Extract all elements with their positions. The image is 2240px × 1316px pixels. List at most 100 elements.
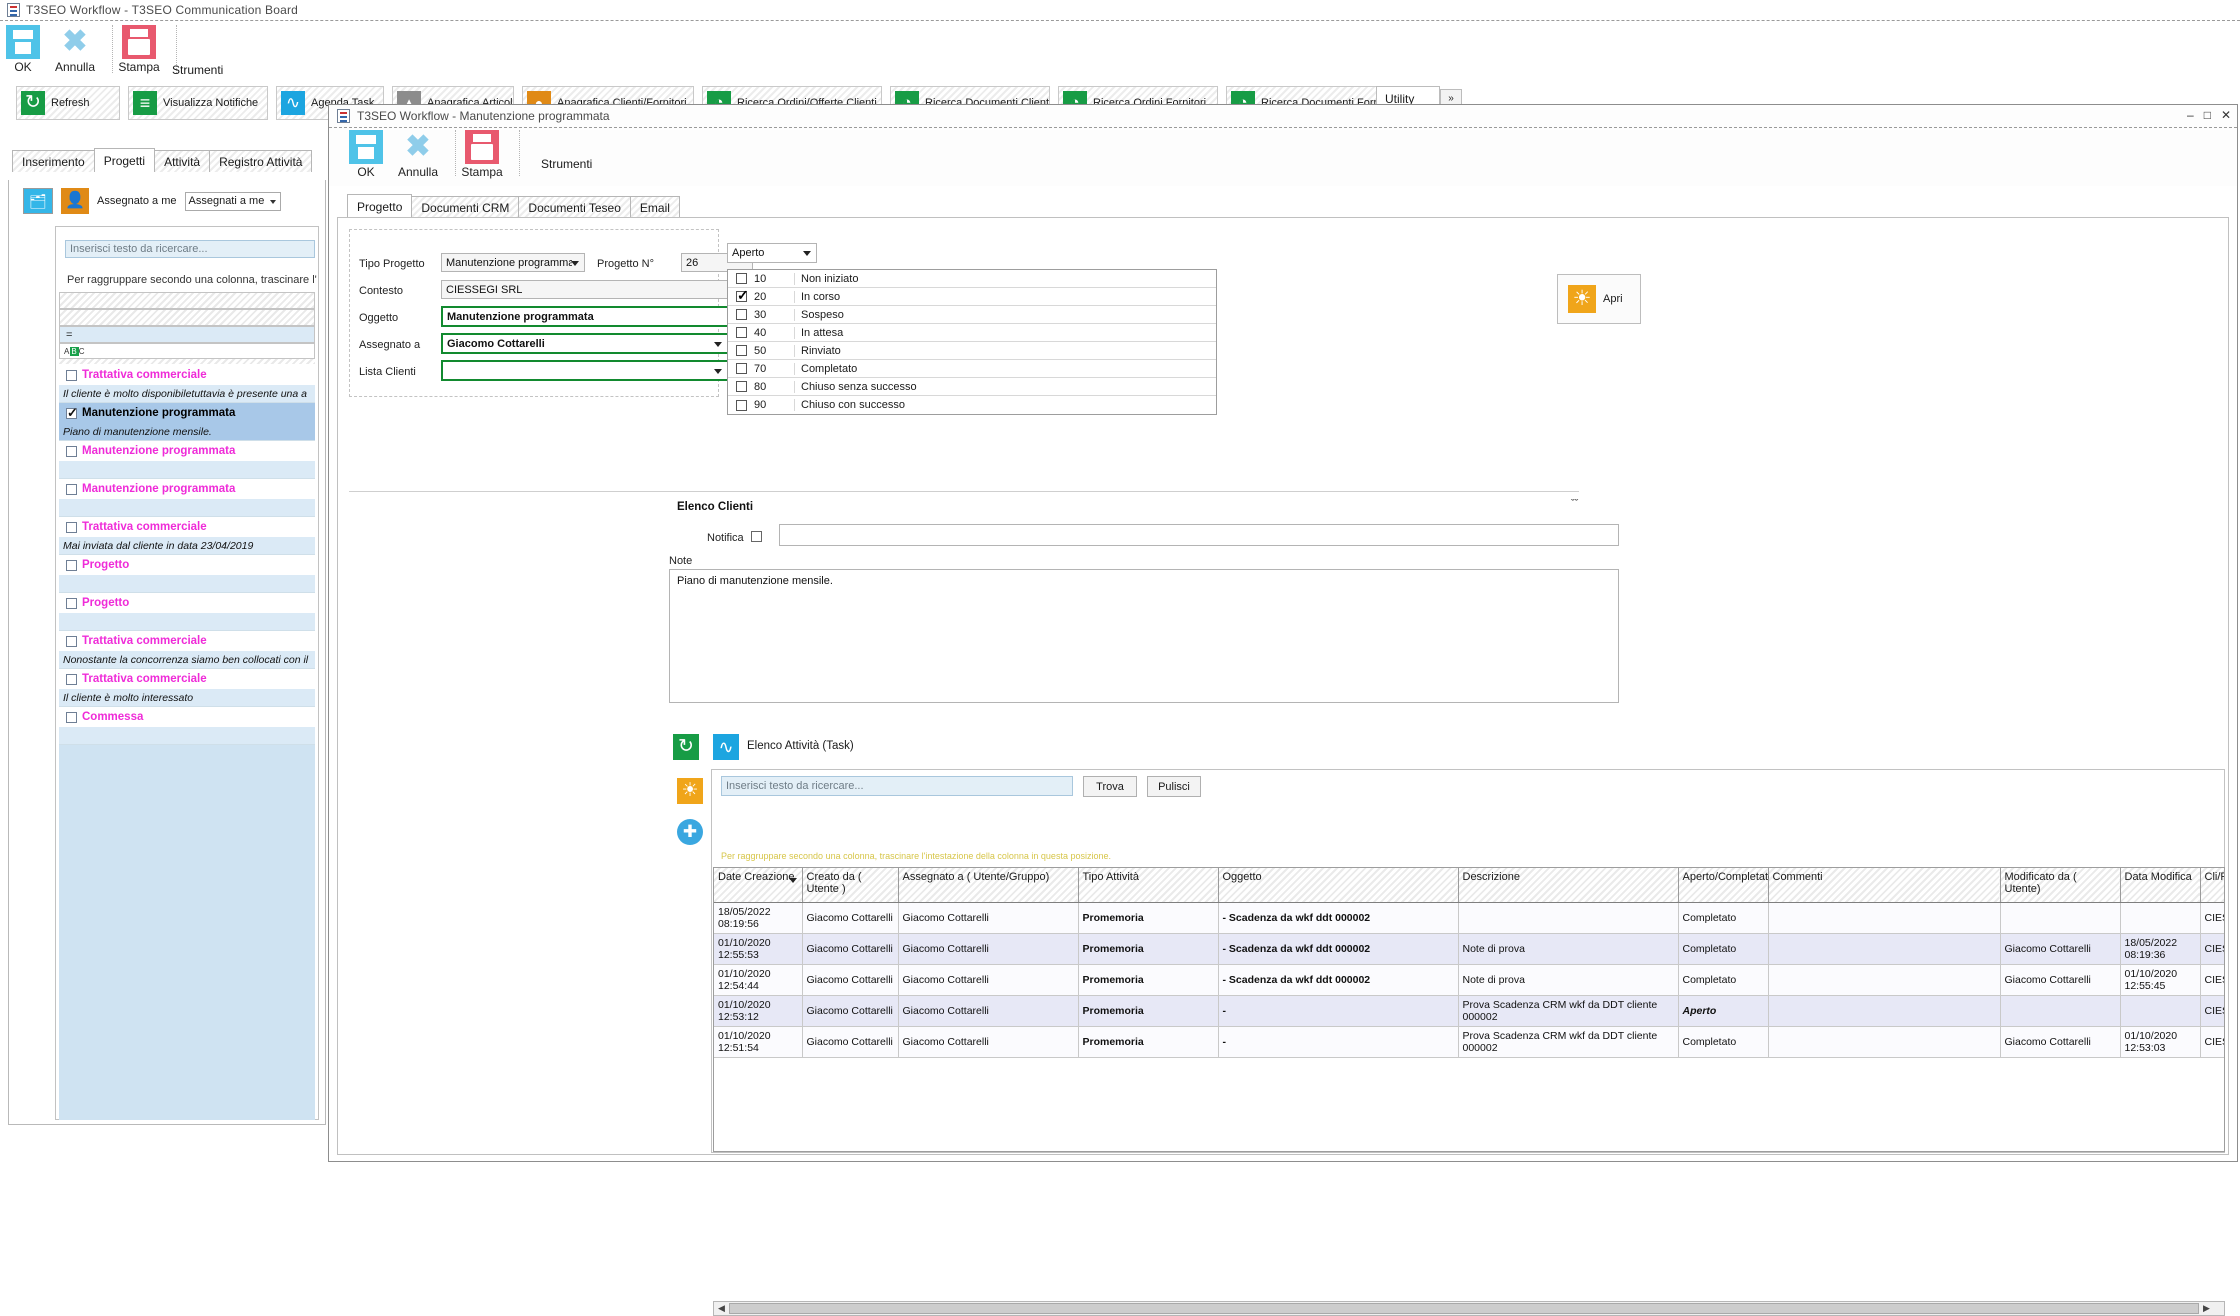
task-pulse-icon[interactable] bbox=[713, 734, 739, 760]
status-checkbox[interactable] bbox=[736, 363, 747, 374]
refresh-command[interactable]: Refresh bbox=[16, 86, 120, 120]
scroll-thumb[interactable] bbox=[729, 1303, 2199, 1314]
col-data-modifica[interactable]: Data Modifica bbox=[2120, 868, 2201, 903]
tab-registro-attivita[interactable]: Registro Attività bbox=[209, 150, 313, 172]
table-row[interactable]: 01/10/2020 12:55:53 Giacomo Cottarelli G… bbox=[714, 933, 2224, 965]
dialog-tab-email[interactable]: Email bbox=[629, 196, 680, 218]
status-checkbox[interactable] bbox=[736, 381, 747, 392]
status-checkbox[interactable] bbox=[736, 273, 747, 284]
list-filter-row[interactable]: = bbox=[59, 326, 315, 343]
status-row[interactable]: 20 In corso bbox=[728, 287, 1216, 306]
task-refresh-icon[interactable] bbox=[673, 734, 699, 760]
list-item[interactable]: Trattativa commerciale bbox=[59, 517, 315, 537]
status-checkbox[interactable] bbox=[736, 399, 747, 411]
list-item[interactable]: Trattativa commerciale bbox=[59, 631, 315, 651]
col-aperto-completato[interactable]: Aperto/Completato bbox=[1678, 868, 1774, 903]
list-item-checkbox[interactable] bbox=[66, 673, 77, 685]
list-item-checkbox[interactable] bbox=[66, 405, 78, 421]
user-icon[interactable] bbox=[61, 188, 89, 214]
list-item[interactable]: Trattativa commerciale bbox=[59, 365, 315, 385]
contesto-field[interactable]: CIESSEGI SRL bbox=[441, 280, 729, 299]
list-item[interactable]: Trattativa commerciale bbox=[59, 669, 315, 689]
notifica-field[interactable] bbox=[779, 524, 1619, 546]
col-assegnato-a[interactable]: Assegnato a ( Utente/Gruppo) bbox=[898, 868, 1079, 903]
tab-attivita[interactable]: Attività bbox=[154, 150, 211, 172]
assegnati-filter-combo[interactable]: Assegnati a me bbox=[184, 191, 281, 211]
minimize-icon[interactable]: – bbox=[2187, 108, 2194, 122]
projects-search-input[interactable]: Inserisci testo da ricercare... bbox=[65, 240, 315, 258]
list-item-checkbox[interactable] bbox=[66, 711, 77, 723]
list-item-checkbox[interactable] bbox=[66, 597, 77, 609]
note-textarea[interactable]: Piano di manutenzione mensile. bbox=[669, 569, 1619, 703]
list-column-header-2[interactable] bbox=[59, 309, 315, 326]
apri-button[interactable]: Apri bbox=[1557, 274, 1641, 324]
list-item-checkbox[interactable] bbox=[66, 483, 77, 495]
status-checkbox[interactable] bbox=[736, 327, 747, 338]
list-item[interactable]: Manutenzione programmata bbox=[59, 479, 315, 499]
list-item-checkbox[interactable] bbox=[66, 559, 77, 571]
tab-progetti[interactable]: Progetti bbox=[93, 148, 156, 172]
status-row[interactable]: 70 Completato bbox=[728, 360, 1216, 378]
folder-icon[interactable] bbox=[23, 188, 53, 214]
maximize-icon[interactable]: □ bbox=[2204, 108, 2211, 122]
dialog-tab-documenti-teseo[interactable]: Documenti Teseo bbox=[518, 196, 631, 218]
list-column-header[interactable] bbox=[59, 292, 315, 309]
col-oggetto[interactable]: Oggetto bbox=[1218, 868, 1459, 903]
chevron-double-down-icon[interactable]: ˇˇ bbox=[1571, 498, 1578, 510]
col-cliente[interactable]: Cli/For Rag.Sociale bbox=[2200, 868, 2224, 903]
task-add-icon[interactable] bbox=[677, 819, 703, 845]
list-item-checkbox[interactable] bbox=[66, 635, 77, 647]
col-tipo-attivita[interactable]: Tipo Attività bbox=[1078, 868, 1219, 903]
col-modificato-da[interactable]: Modificato da ( Utente) bbox=[2000, 868, 2121, 903]
task-clear-button[interactable]: Pulisci bbox=[1147, 776, 1201, 797]
status-checkbox[interactable] bbox=[736, 309, 747, 320]
status-row[interactable]: 30 Sospeso bbox=[728, 306, 1216, 324]
dialog-annulla-button[interactable]: ✖ Annulla bbox=[385, 130, 451, 179]
status-row[interactable]: 40 In attesa bbox=[728, 324, 1216, 342]
table-row[interactable]: 18/05/2022 08:19:56 Giacomo Cottarelli G… bbox=[714, 902, 2224, 934]
status-row[interactable]: 10 Non iniziato bbox=[728, 270, 1216, 288]
list-item[interactable]: Manutenzione programmata bbox=[59, 441, 315, 461]
status-row[interactable]: 50 Rinviato bbox=[728, 342, 1216, 360]
list-item[interactable]: Commessa bbox=[59, 707, 315, 727]
assegnato-a-select[interactable]: Giacomo Cottarelli bbox=[441, 333, 729, 354]
scroll-left-icon[interactable]: ◀ bbox=[714, 1303, 729, 1314]
tab-inserimento[interactable]: Inserimento bbox=[12, 150, 95, 172]
visualizza-notifiche-command[interactable]: Visualizza Notifiche bbox=[128, 86, 268, 120]
list-item[interactable]: Progetto bbox=[59, 555, 315, 575]
notifica-checkbox[interactable] bbox=[751, 531, 762, 542]
dialog-tab-progetto[interactable]: Progetto bbox=[347, 194, 413, 218]
status-row[interactable]: 80 Chiuso senza successo bbox=[728, 378, 1216, 396]
scroll-right-icon[interactable]: ▶ bbox=[2199, 1303, 2214, 1314]
status-checkbox[interactable] bbox=[736, 287, 749, 304]
dialog-titlebar[interactable]: T3SEO Workflow - Manutenzione programmat… bbox=[329, 105, 2237, 128]
col-descrizione[interactable]: Descrizione bbox=[1458, 868, 1679, 903]
annulla-button[interactable]: ✖ Annulla bbox=[42, 25, 108, 74]
stampa-button[interactable]: Stampa bbox=[106, 25, 172, 74]
status-select[interactable]: Aperto bbox=[727, 243, 817, 263]
list-item-checkbox[interactable] bbox=[66, 369, 77, 381]
tipo-progetto-select[interactable]: Manutenzione programmat bbox=[441, 253, 585, 272]
status-checkbox[interactable] bbox=[736, 345, 747, 356]
close-icon[interactable]: ✕ bbox=[2221, 108, 2231, 122]
task-sun-icon[interactable] bbox=[677, 778, 703, 804]
dialog-ribbon-divider-2 bbox=[519, 130, 520, 176]
table-row[interactable]: 01/10/2020 12:54:44 Giacomo Cottarelli G… bbox=[714, 964, 2224, 996]
list-item[interactable]: Manutenzione programmata bbox=[59, 403, 315, 423]
dialog-tab-documenti-crm[interactable]: Documenti CRM bbox=[411, 196, 520, 218]
dialog-stampa-button[interactable]: Stampa bbox=[449, 130, 515, 179]
list-item[interactable]: Progetto bbox=[59, 593, 315, 613]
table-row[interactable]: 01/10/2020 12:53:12 Giacomo Cottarelli G… bbox=[714, 995, 2224, 1027]
task-table-hscrollbar[interactable]: ◀ ▶ bbox=[713, 1301, 2225, 1316]
lista-clienti-select[interactable] bbox=[441, 360, 729, 381]
col-creato-da[interactable]: Creato da ( Utente ) bbox=[802, 868, 899, 903]
task-find-button[interactable]: Trova bbox=[1083, 776, 1137, 797]
status-row[interactable]: 90 Chiuso con successo bbox=[728, 396, 1216, 414]
col-commenti[interactable]: Commenti bbox=[1768, 868, 2001, 903]
oggetto-field[interactable]: Manutenzione programmata bbox=[441, 306, 729, 327]
task-search-input[interactable]: Inserisci testo da ricercare... bbox=[721, 776, 1073, 796]
list-item-checkbox[interactable] bbox=[66, 521, 77, 533]
table-row[interactable]: 01/10/2020 12:51:54 Giacomo Cottarelli G… bbox=[714, 1026, 2224, 1058]
list-item-checkbox[interactable] bbox=[66, 445, 77, 457]
col-date-creazione[interactable]: Date Creazione bbox=[714, 868, 803, 903]
